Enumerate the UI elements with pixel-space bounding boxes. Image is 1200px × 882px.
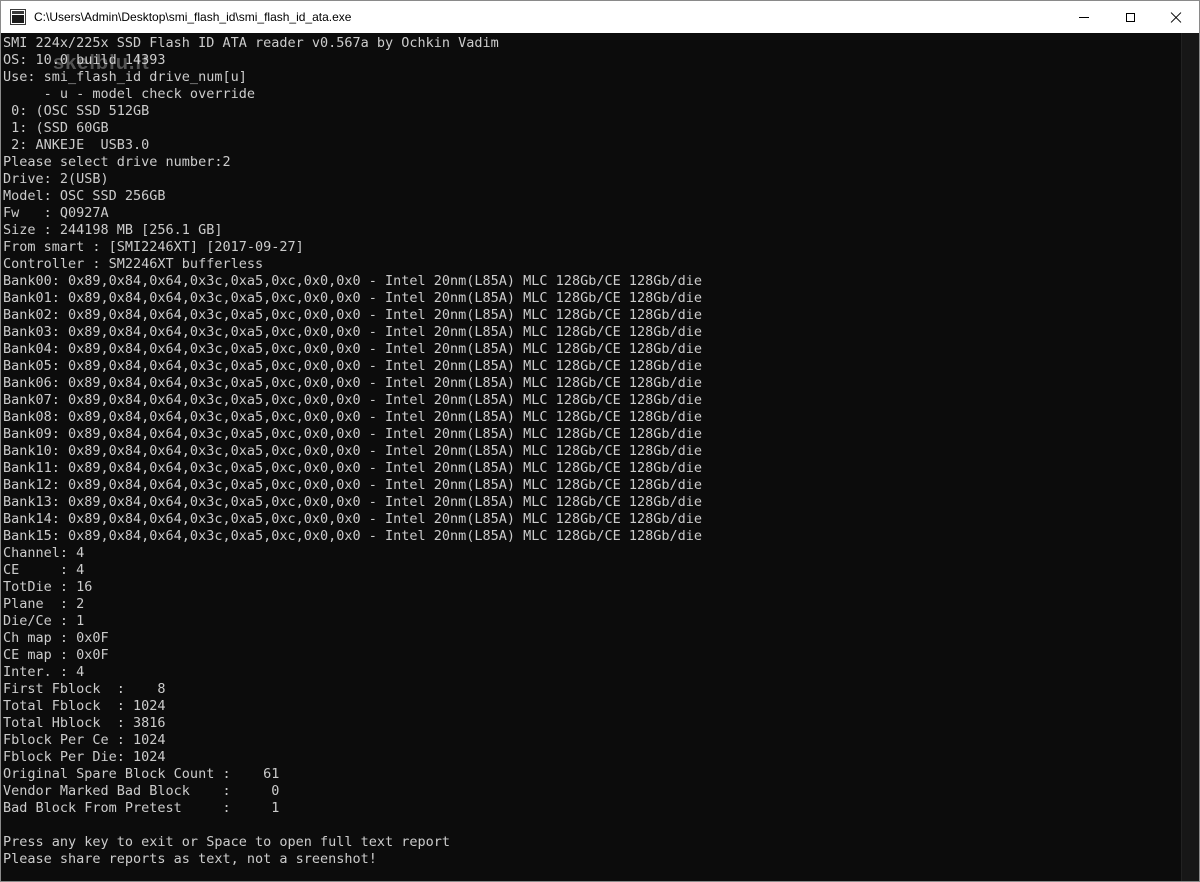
console-line: - u - model check override <box>3 86 255 102</box>
console-line: Die/Ce : 1 <box>3 613 85 629</box>
console-line: Bank04: 0x89,0x84,0x64,0x3c,0xa5,0xc,0x0… <box>3 341 702 357</box>
console-line: Bank02: 0x89,0x84,0x64,0x3c,0xa5,0xc,0x0… <box>3 307 702 323</box>
console-line: Bank10: 0x89,0x84,0x64,0x3c,0xa5,0xc,0x0… <box>3 443 702 459</box>
console-line: Please share reports as text, not a sree… <box>3 851 377 867</box>
console-line: Bank06: 0x89,0x84,0x64,0x3c,0xa5,0xc,0x0… <box>3 375 702 391</box>
console-line: Size : 244198 MB [256.1 GB] <box>3 222 223 238</box>
console-line: Bank01: 0x89,0x84,0x64,0x3c,0xa5,0xc,0x0… <box>3 290 702 306</box>
minimize-icon <box>1079 16 1089 18</box>
console-line: Channel: 4 <box>3 545 85 561</box>
maximize-button[interactable] <box>1107 1 1153 33</box>
console-line: Please select drive number:2 <box>3 154 231 170</box>
vertical-scrollbar[interactable] <box>1181 33 1199 881</box>
console-line: Total Hblock : 3816 <box>3 715 166 731</box>
console-line: CE : 4 <box>3 562 85 578</box>
console-line: Ch map : 0x0F <box>3 630 109 646</box>
console-line: Bank05: 0x89,0x84,0x64,0x3c,0xa5,0xc,0x0… <box>3 358 702 374</box>
console-line: OS: 10.0 build 14393 <box>3 52 166 68</box>
console-line: Bank15: 0x89,0x84,0x64,0x3c,0xa5,0xc,0x0… <box>3 528 702 544</box>
console-line: SMI 224x/225x SSD Flash ID ATA reader v0… <box>3 35 499 51</box>
console-line: Original Spare Block Count : 61 <box>3 766 280 782</box>
console-line: Bank03: 0x89,0x84,0x64,0x3c,0xa5,0xc,0x0… <box>3 324 702 340</box>
console-window: C:\Users\Admin\Desktop\smi_flash_id\smi_… <box>0 0 1200 882</box>
console-line: Bank09: 0x89,0x84,0x64,0x3c,0xa5,0xc,0x0… <box>3 426 702 442</box>
close-button[interactable] <box>1153 1 1199 33</box>
console-line: Bank14: 0x89,0x84,0x64,0x3c,0xa5,0xc,0x0… <box>3 511 702 527</box>
console-line: Total Fblock : 1024 <box>3 698 166 714</box>
title-bar[interactable]: C:\Users\Admin\Desktop\smi_flash_id\smi_… <box>1 1 1199 33</box>
console-line: Fw : Q0927A <box>3 205 109 221</box>
console-line: Model: OSC SSD 256GB <box>3 188 166 204</box>
console-line: CE map : 0x0F <box>3 647 109 663</box>
console-line: Bad Block From Pretest : 1 <box>3 800 280 816</box>
console-line: Fblock Per Die: 1024 <box>3 749 166 765</box>
console-output[interactable]: SMI 224x/225x SSD Flash ID ATA reader v0… <box>1 33 1181 881</box>
console-line: Plane : 2 <box>3 596 85 612</box>
console-line: Bank13: 0x89,0x84,0x64,0x3c,0xa5,0xc,0x0… <box>3 494 702 510</box>
console-line: Bank12: 0x89,0x84,0x64,0x3c,0xa5,0xc,0x0… <box>3 477 702 493</box>
console-line: From smart : [SMI2246XT] [2017-09-27] <box>3 239 304 255</box>
console-line: TotDie : 16 <box>3 579 93 595</box>
console-line: Bank11: 0x89,0x84,0x64,0x3c,0xa5,0xc,0x0… <box>3 460 702 476</box>
console-line: Bank00: 0x89,0x84,0x64,0x3c,0xa5,0xc,0x0… <box>3 273 702 289</box>
console-line: 0: (OSC SSD 512GB <box>3 103 150 119</box>
console-line: Vendor Marked Bad Block : 0 <box>3 783 280 799</box>
console-line: Bank07: 0x89,0x84,0x64,0x3c,0xa5,0xc,0x0… <box>3 392 702 408</box>
console-line: 1: (SSD 60GB <box>3 120 109 136</box>
console-line: First Fblock : 8 <box>3 681 166 697</box>
maximize-icon <box>1125 12 1135 22</box>
minimize-button[interactable] <box>1061 1 1107 33</box>
console-line: Fblock Per Ce : 1024 <box>3 732 166 748</box>
console-app-icon[interactable] <box>10 9 26 25</box>
console-line: Use: smi_flash_id drive_num[u] <box>3 69 247 85</box>
console-line: Controller : SM2246XT bufferless <box>3 256 264 272</box>
close-icon <box>1170 11 1182 23</box>
window-title: C:\Users\Admin\Desktop\smi_flash_id\smi_… <box>34 10 352 24</box>
console-line: 2: ANKEJE USB3.0 <box>3 137 150 153</box>
console-line: Press any key to exit or Space to open f… <box>3 834 451 850</box>
console-line: Inter. : 4 <box>3 664 85 680</box>
console-line: Drive: 2(USB) <box>3 171 109 187</box>
console-line: Bank08: 0x89,0x84,0x64,0x3c,0xa5,0xc,0x0… <box>3 409 702 425</box>
